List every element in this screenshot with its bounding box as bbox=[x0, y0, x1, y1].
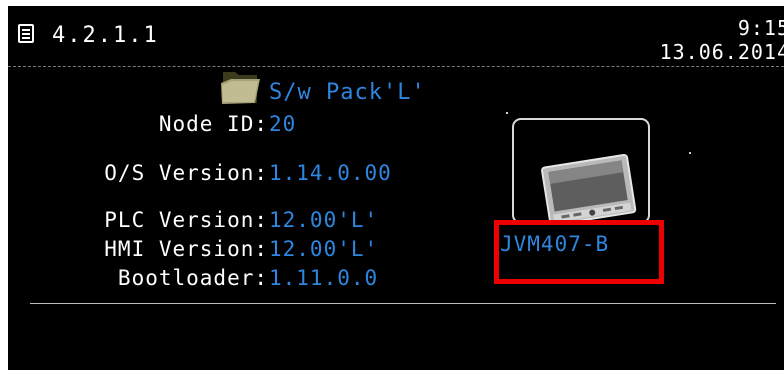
plc-version-label: PLC Version: bbox=[104, 208, 268, 232]
device-info-screen: 4.2.1.1 9:15 13.06.2014 S/w Pack'L' Node… bbox=[8, 6, 784, 370]
clock-time: 9:15 bbox=[737, 16, 784, 40]
screen-title: 4.2.1.1 bbox=[52, 23, 159, 48]
folder-icon bbox=[221, 72, 260, 104]
node-id-label: Node ID: bbox=[158, 112, 268, 136]
hmi-version-value: 12.00'L' bbox=[269, 237, 379, 261]
bootloader-label: Bootloader: bbox=[117, 266, 268, 290]
menu-list-icon[interactable] bbox=[18, 24, 34, 43]
bootloader-value: 1.11.0.0 bbox=[269, 266, 379, 290]
header-bar: 4.2.1.1 9:15 13.06.2014 bbox=[8, 6, 784, 67]
plc-version-value: 12.00'L' bbox=[269, 208, 379, 232]
software-pack-name: S/w Pack'L' bbox=[269, 80, 426, 105]
os-version-value: 1.14.0.00 bbox=[269, 161, 392, 185]
os-version-label: O/S Version: bbox=[104, 161, 268, 185]
divider-line bbox=[30, 303, 776, 304]
decor-dot bbox=[506, 112, 508, 114]
hmi-device-icon bbox=[541, 153, 637, 226]
decor-dot bbox=[689, 152, 691, 154]
hmi-version-label: HMI Version: bbox=[104, 237, 268, 261]
node-id-value: 20 bbox=[269, 112, 297, 136]
clock-date: 13.06.2014 bbox=[659, 40, 784, 64]
device-model-name: JVM407-B bbox=[500, 232, 610, 256]
device-image-frame[interactable] bbox=[512, 118, 650, 226]
